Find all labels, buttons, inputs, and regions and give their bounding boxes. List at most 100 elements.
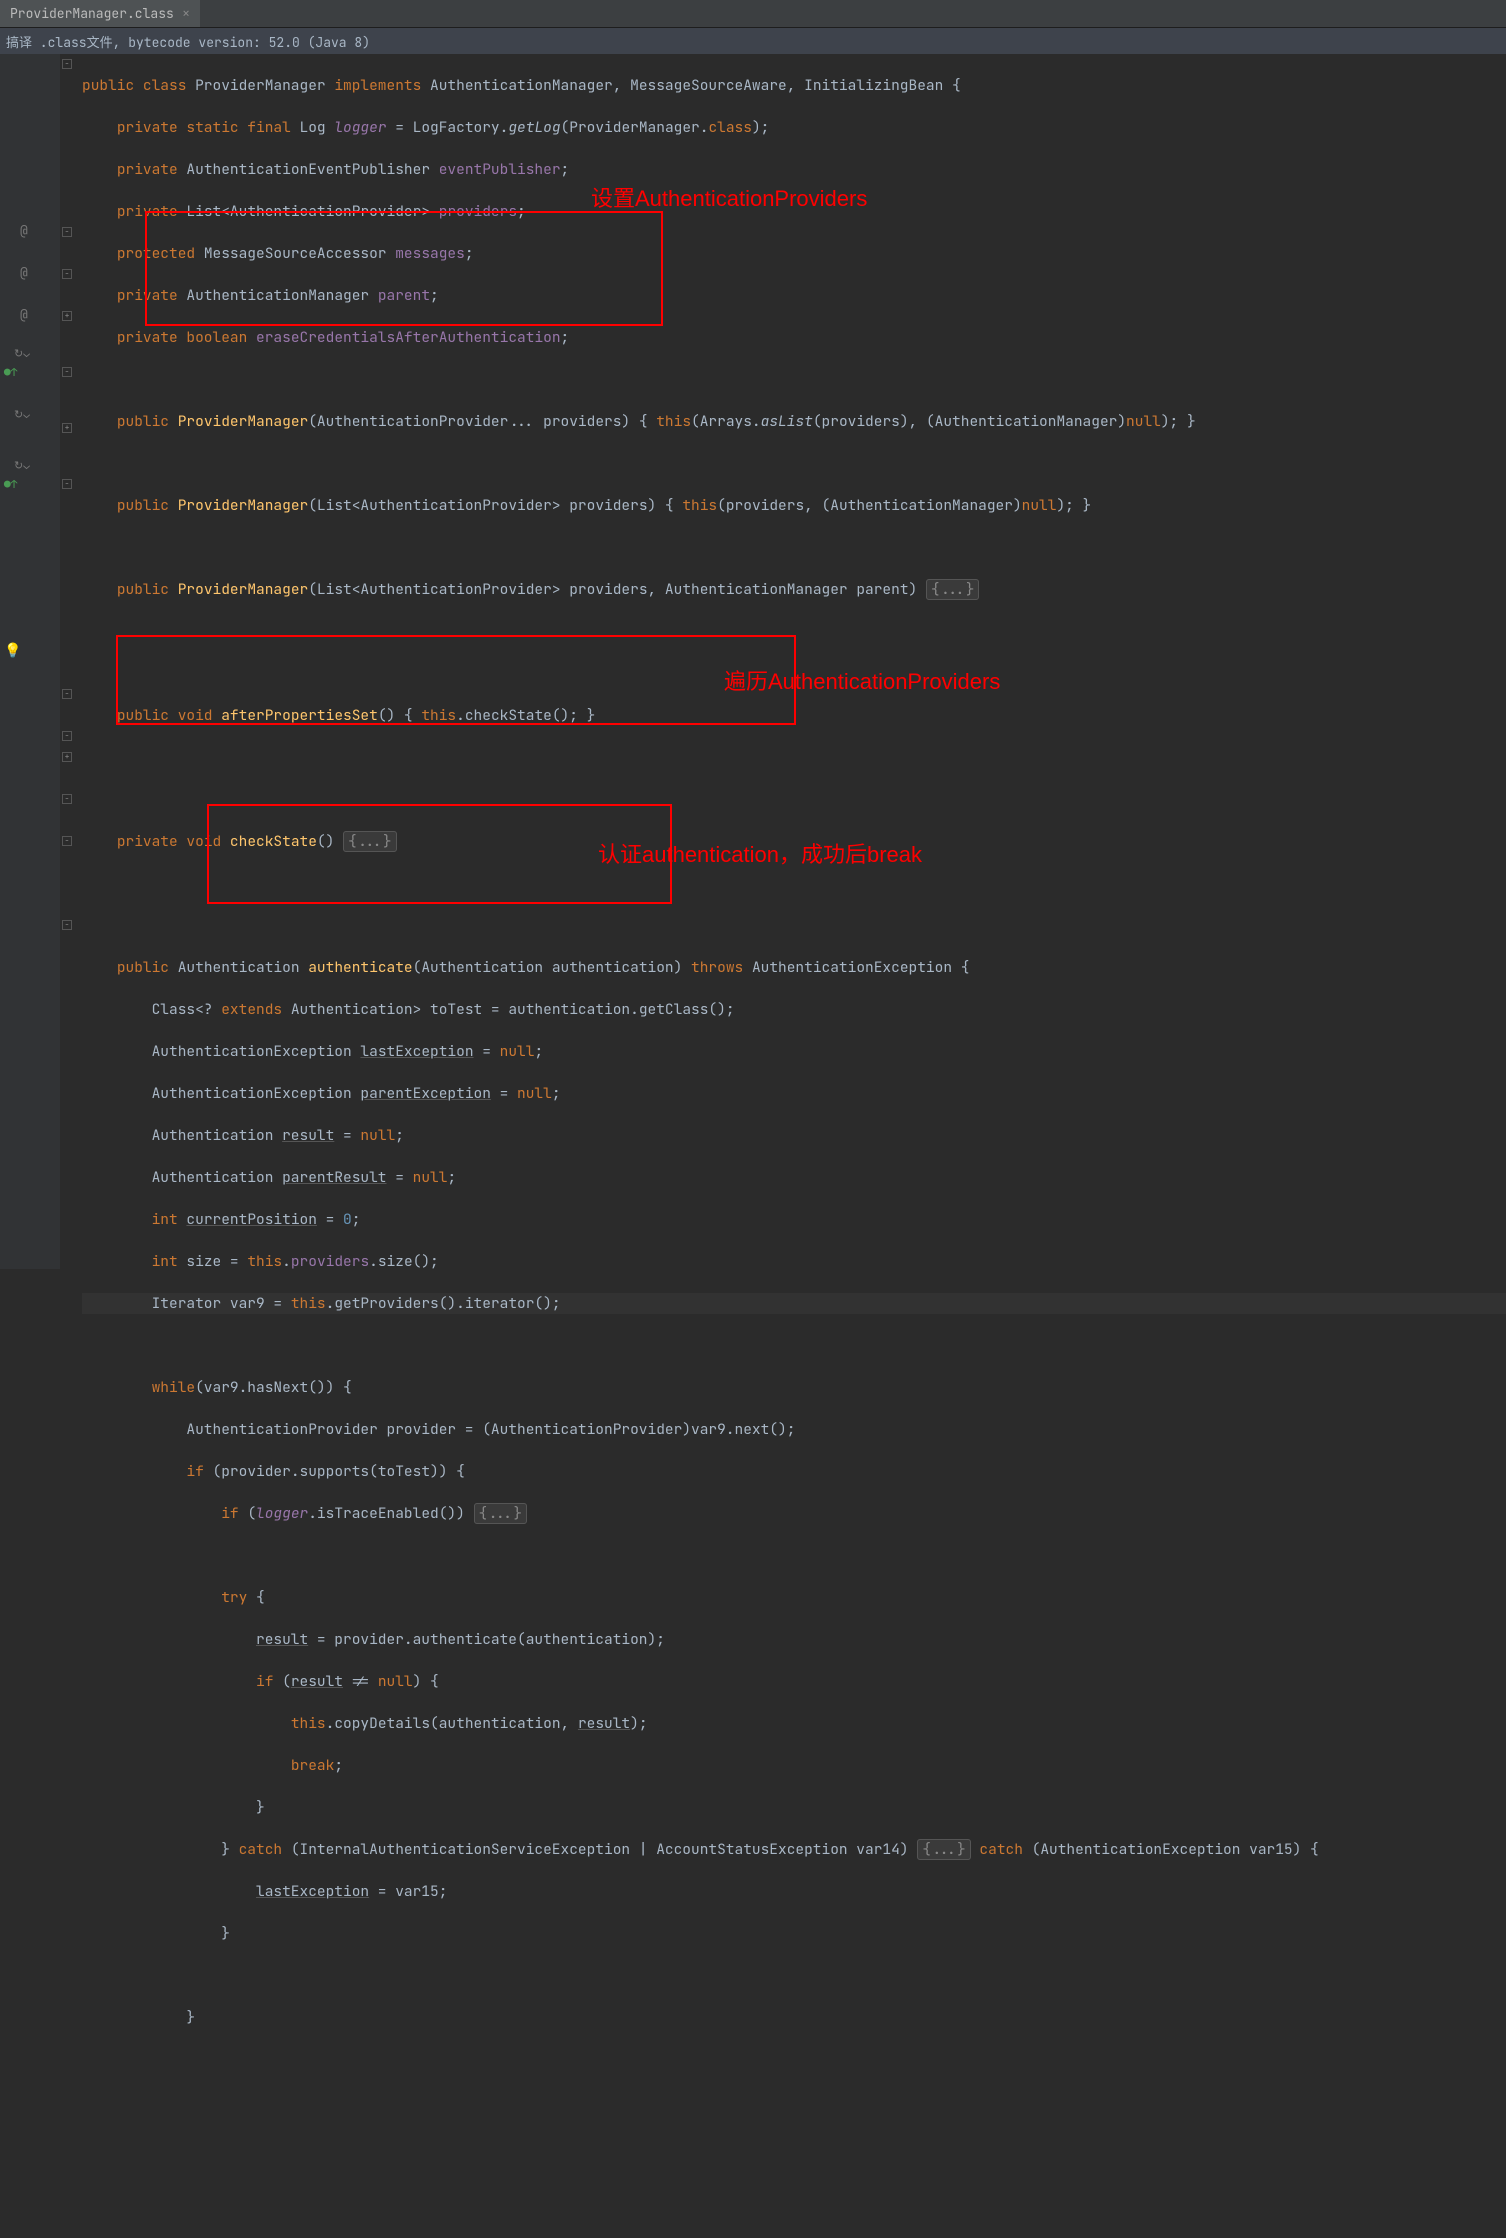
t: int <box>152 1252 187 1271</box>
fold-toggle[interactable]: − <box>62 920 72 930</box>
t: } <box>256 1798 265 1817</box>
override-icon[interactable]: @ <box>20 222 28 239</box>
editor-tab[interactable]: ProviderManager.class × <box>0 0 200 27</box>
fold-toggle[interactable]: − <box>62 689 72 699</box>
t: this <box>682 496 717 515</box>
t: = provider.authenticate(authentication); <box>308 1630 665 1649</box>
t: Class<? <box>152 1000 222 1019</box>
fold-placeholder[interactable]: {...} <box>926 579 980 600</box>
t: .isTraceEnabled()) <box>308 1504 473 1523</box>
fold-toggle[interactable]: − <box>62 227 72 237</box>
impl-icon[interactable]: ●↑ <box>4 366 17 380</box>
recursive-icon[interactable]: ↻⌄ <box>14 347 30 361</box>
t: catch <box>239 1840 291 1859</box>
impl-icon[interactable]: ●↑ <box>4 478 17 492</box>
fold-toggle[interactable]: − <box>62 479 72 489</box>
t: int <box>152 1210 187 1229</box>
gutter[interactable]: @ @ @ ●↑ ↻⌄ ↻⌄ ↻⌄ ●↑ 💡 <box>0 54 60 1269</box>
t: null <box>500 1042 535 1061</box>
t: lastException <box>256 1882 369 1901</box>
t: ; <box>534 1042 543 1061</box>
fold-toggle[interactable]: − <box>62 731 72 741</box>
t: implements <box>334 76 430 95</box>
t: ; <box>561 160 570 179</box>
fold-toggle[interactable]: + <box>62 752 72 762</box>
t: logger <box>334 118 386 137</box>
fold-toggle[interactable]: − <box>62 269 72 279</box>
t: ; <box>517 202 526 221</box>
t: AuthenticationException { <box>752 958 970 977</box>
t: AuthenticationEventPublisher <box>186 160 438 179</box>
t: AuthenticationManager, MessageSourceAwar… <box>430 76 961 95</box>
t: this <box>247 1252 282 1271</box>
close-icon[interactable]: × <box>182 5 190 23</box>
t: protected <box>117 244 204 263</box>
fold-toggle[interactable]: − <box>62 836 72 846</box>
t: private <box>117 160 187 179</box>
t: lastException <box>360 1042 473 1061</box>
t: authenticate <box>308 958 412 977</box>
tab-label: ProviderManager.class <box>10 5 174 22</box>
t: try <box>221 1588 256 1607</box>
t: Log <box>300 118 335 137</box>
fold-toggle[interactable]: − <box>62 794 72 804</box>
t: (InternalAuthenticationServiceException … <box>291 1840 917 1859</box>
t: (ProviderManager. <box>561 118 709 137</box>
t: ); } <box>1056 496 1091 515</box>
recursive-icon[interactable]: ↻⌄ <box>14 408 30 422</box>
t: logger <box>256 1504 308 1523</box>
t: ( <box>282 1672 291 1691</box>
fold-toggle[interactable]: − <box>62 367 72 377</box>
t: checkState <box>230 832 317 851</box>
fold-toggle[interactable]: + <box>62 423 72 433</box>
t: ); } <box>1161 412 1196 431</box>
tab-bar: ProviderManager.class × <box>0 0 1506 28</box>
t: class <box>708 118 752 137</box>
bulb-icon[interactable]: 💡 <box>4 642 21 660</box>
t: } <box>186 2008 195 2027</box>
override-icon[interactable]: @ <box>20 306 28 323</box>
t: this <box>291 1714 326 1733</box>
fold-placeholder[interactable]: {...} <box>343 831 397 852</box>
t: private static final <box>117 118 300 137</box>
bytecode-info-bar: 搞译 .class文件, bytecode version: 52.0 (Jav… <box>0 28 1506 54</box>
t: this <box>421 706 456 725</box>
t: Authentication <box>152 1168 283 1187</box>
t: (providers), (AuthenticationManager) <box>813 412 1126 431</box>
t: ); <box>630 1714 647 1733</box>
t: parentResult <box>282 1168 386 1187</box>
t: .copyDetails(authentication, <box>326 1714 578 1733</box>
t: this <box>656 412 691 431</box>
t: asList <box>761 412 813 431</box>
fold-toggle[interactable]: + <box>62 311 72 321</box>
code-area[interactable]: public class ProviderManager implements … <box>76 54 1506 1269</box>
editor: @ @ @ ●↑ ↻⌄ ↻⌄ ↻⌄ ●↑ 💡 − − − + − + − − −… <box>0 54 1506 1269</box>
fold-column[interactable]: − − − + − + − − − + − − − <box>60 54 76 1269</box>
t: Authentication <box>178 958 309 977</box>
t: result <box>291 1672 343 1691</box>
t: getLog <box>508 118 560 137</box>
t: ; <box>430 286 439 305</box>
t: messages <box>395 244 465 263</box>
t: providers <box>291 1252 369 1271</box>
t: = <box>387 1168 413 1187</box>
t: AuthenticationException <box>152 1084 361 1103</box>
t: public class <box>82 76 195 95</box>
override-icon[interactable]: @ <box>20 264 28 281</box>
t: null <box>517 1084 552 1103</box>
t: eventPublisher <box>439 160 561 179</box>
t: public <box>117 412 178 431</box>
fold-placeholder[interactable]: {...} <box>917 1839 971 1860</box>
fold-toggle[interactable]: − <box>62 59 72 69</box>
recursive-icon[interactable]: ↻⌄ <box>14 459 30 473</box>
t: this <box>291 1294 326 1313</box>
t: (AuthenticationProvider... providers) { <box>308 412 656 431</box>
t: null <box>1126 412 1161 431</box>
t: catch <box>971 1840 1032 1859</box>
fold-placeholder[interactable]: {...} <box>474 1503 528 1524</box>
t: ; <box>334 1756 343 1775</box>
t: extends <box>221 1000 291 1019</box>
t: size = <box>186 1252 247 1271</box>
t: = LogFactory. <box>387 118 509 137</box>
t: null <box>413 1168 448 1187</box>
